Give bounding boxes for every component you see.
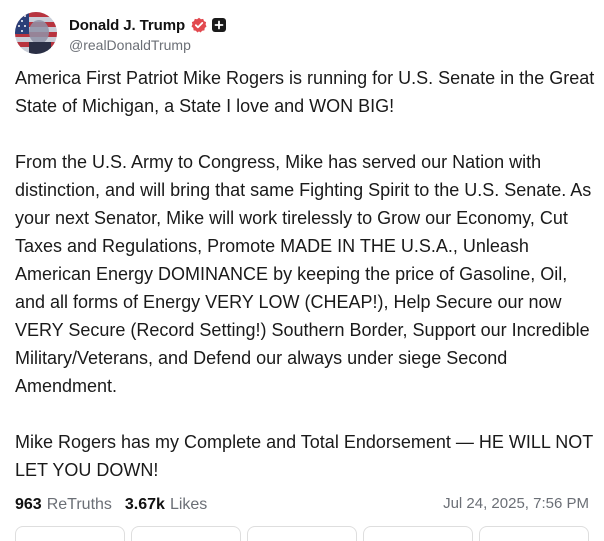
like-button[interactable] <box>247 526 357 541</box>
plus-icon[interactable] <box>212 18 227 32</box>
likes-label: Likes <box>169 496 208 513</box>
post-paragraph: Mike Rogers has my Complete and Total En… <box>15 432 593 480</box>
post-header: Donald J. Trump @realDonaldTrump <box>15 12 594 56</box>
display-name[interactable]: Donald J. Trump <box>69 17 185 34</box>
name-row: Donald J. Trump <box>69 15 227 35</box>
post-stats: 963 ReTruths 3.67k Likes Jul 24, 2025, 7… <box>15 494 589 516</box>
timestamp[interactable]: Jul 24, 2025, 7:56 PM <box>443 495 589 512</box>
avatar[interactable] <box>15 12 57 54</box>
post-body: America First Patriot Mike Rogers is run… <box>15 64 595 484</box>
retruths-label: ReTruths <box>46 496 112 513</box>
retruths-count: 963 <box>15 496 42 513</box>
post-paragraph: From the U.S. Army to Congress, Mike has… <box>15 152 592 396</box>
share-button[interactable] <box>363 526 473 541</box>
more-button[interactable] <box>479 526 589 541</box>
likes-stat[interactable]: 3.67k Likes <box>125 496 207 514</box>
handle[interactable]: @realDonaldTrump <box>69 37 191 53</box>
retruths-stat[interactable]: 963 ReTruths <box>15 496 112 514</box>
reply-button[interactable] <box>15 526 125 541</box>
post-paragraph: America First Patriot Mike Rogers is run… <box>15 68 595 116</box>
retruth-button[interactable] <box>131 526 241 541</box>
action-bar <box>15 526 589 541</box>
avatar-photo <box>15 12 57 54</box>
likes-count: 3.67k <box>124 496 165 513</box>
verified-badge-icon <box>191 17 207 33</box>
